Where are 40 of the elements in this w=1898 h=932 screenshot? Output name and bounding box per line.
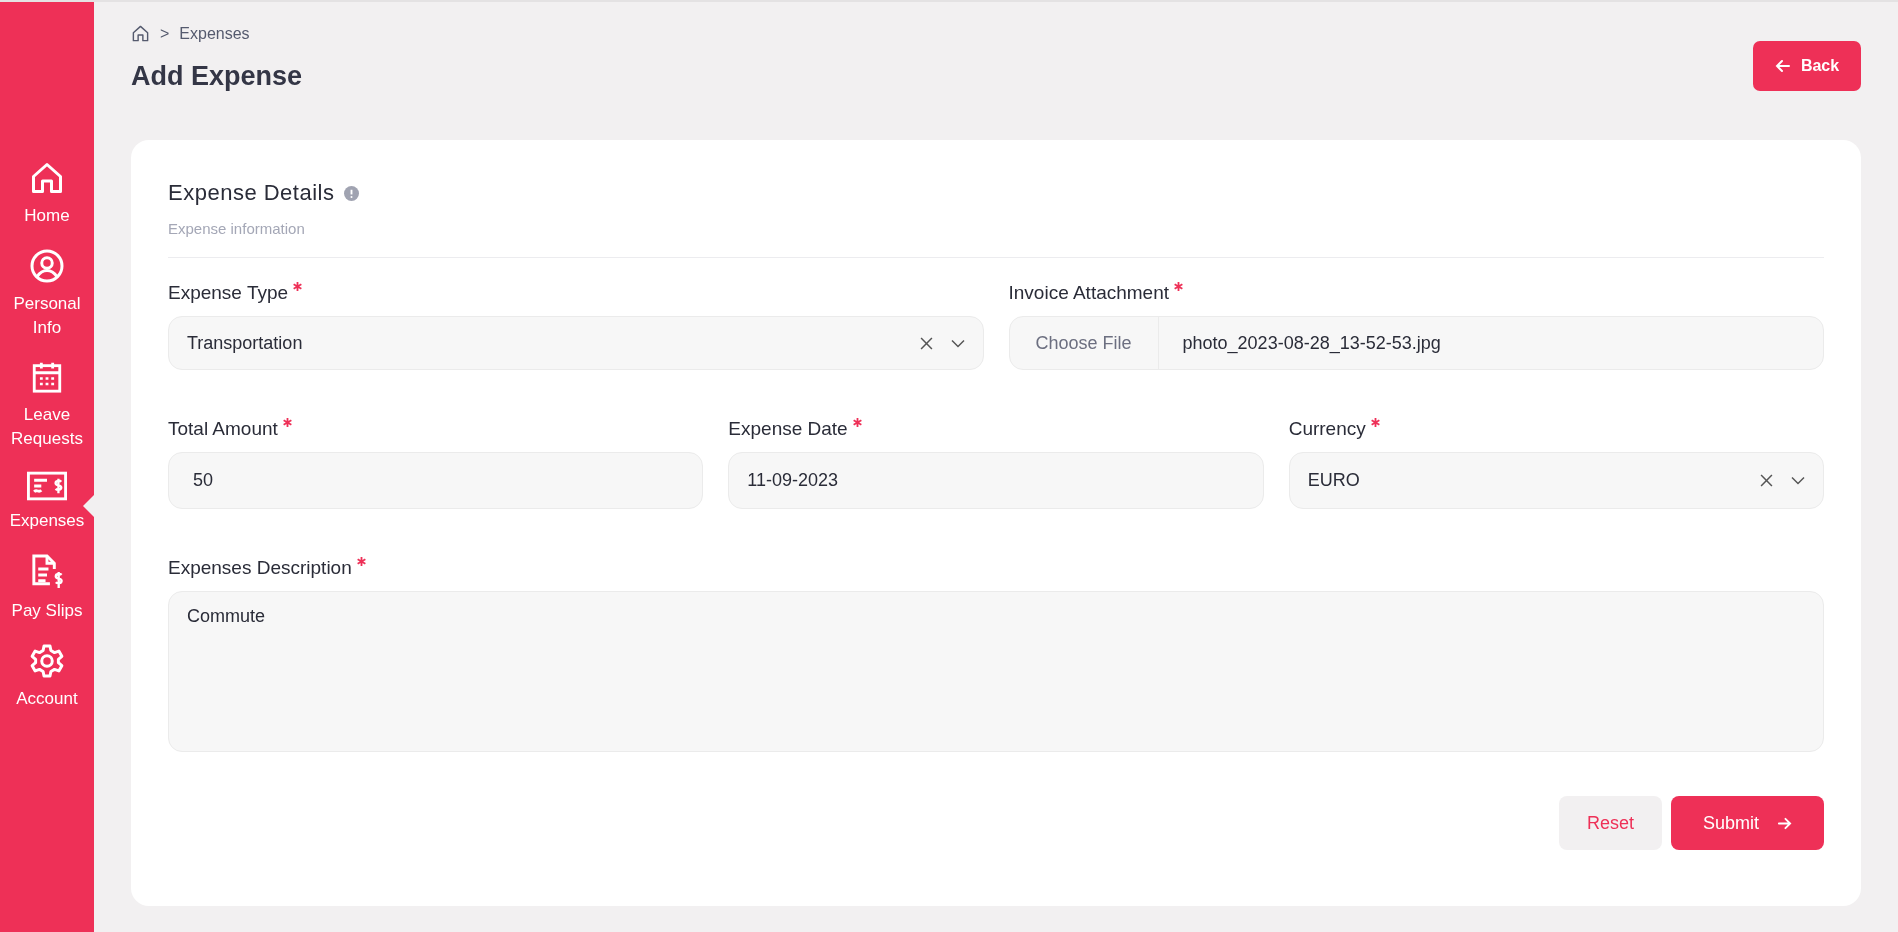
arrow-left-icon xyxy=(1774,58,1791,74)
chevron-down-icon[interactable] xyxy=(1791,476,1805,485)
back-button[interactable]: Back xyxy=(1753,41,1861,91)
field-label: Total Amount xyxy=(168,418,278,440)
sidebar-item[interactable]: Account xyxy=(0,642,94,711)
field-label: Expense Type xyxy=(168,282,289,304)
input-field[interactable]: 11-09-2023 xyxy=(728,452,1264,509)
info-icon xyxy=(344,185,360,201)
chevron-down-icon[interactable] xyxy=(950,338,965,348)
sidebar-item[interactable]: Expenses xyxy=(0,471,94,533)
input-field[interactable]: 50 xyxy=(168,452,704,509)
sidebar-item[interactable]: Pay Slips xyxy=(0,552,94,623)
field-label: Currency xyxy=(1288,418,1366,440)
cheque-icon xyxy=(27,471,67,501)
section-subtitle: Expense information xyxy=(168,220,306,237)
page-title: Add Expense xyxy=(131,61,303,92)
breadcrumb-separator: > xyxy=(160,24,170,43)
reset-button[interactable]: Reset xyxy=(1559,796,1662,850)
home-icon[interactable] xyxy=(131,24,150,43)
arrow-right-icon xyxy=(1777,815,1792,831)
sidebar-item[interactable]: Leave Requests xyxy=(0,359,94,451)
sidebar-item[interactable]: Personal Info xyxy=(0,247,94,340)
description-field[interactable]: Commute xyxy=(168,591,1824,752)
clear-icon[interactable] xyxy=(1760,474,1773,487)
submit-button[interactable]: Submit xyxy=(1671,796,1824,850)
home-icon xyxy=(29,160,65,196)
select-field[interactable]: Transportation xyxy=(168,316,984,370)
choose-file-button[interactable]: Choose File xyxy=(1009,317,1159,369)
file-field[interactable]: Choose File photo_2023-08-28_13-52-53.jpg xyxy=(1008,316,1824,370)
user-circle-icon xyxy=(29,247,65,284)
sidebar-item[interactable]: Home xyxy=(0,160,94,228)
breadcrumb-link[interactable]: Expenses xyxy=(179,24,250,43)
field-label: Expense Date xyxy=(728,418,848,440)
select-field[interactable]: EURO xyxy=(1288,452,1824,509)
payslip-icon xyxy=(29,552,65,591)
clear-icon[interactable] xyxy=(919,336,933,350)
section-title: Expense Details xyxy=(168,180,335,206)
settings-icon xyxy=(29,642,65,679)
field-label: Expenses Description xyxy=(168,557,352,579)
field-label: Invoice Attachment xyxy=(1008,282,1170,304)
